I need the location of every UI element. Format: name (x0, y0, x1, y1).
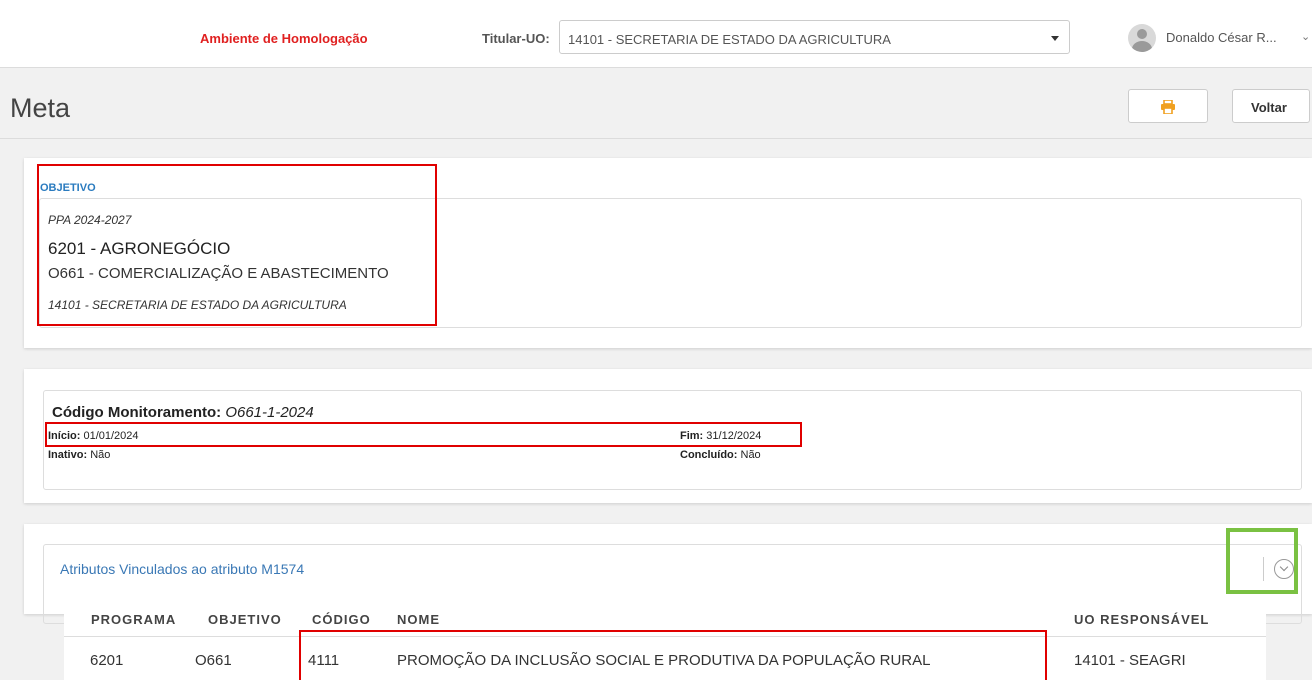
page-title: Meta (10, 93, 71, 123)
monitoring-code-label: Código Monitoramento: (52, 404, 222, 421)
avatar-shoulders (1132, 41, 1152, 52)
print-button[interactable] (1128, 89, 1208, 123)
titular-uo-value: 14101 - SECRETARIA DE ESTADO DA AGRICULT… (568, 32, 891, 47)
back-button[interactable]: Voltar (1232, 89, 1310, 123)
monitoring-code: Código Monitoramento: O661-1-2024 (52, 404, 314, 421)
inativo-field: Inativo: Não (48, 449, 110, 461)
avatar[interactable] (1128, 24, 1156, 52)
highlight-name (299, 630, 1047, 680)
concluido-label: Concluído: (680, 449, 738, 461)
attributes-title[interactable]: Atributos Vinculados ao atributo M1574 (60, 561, 304, 577)
column-header-nome[interactable]: NOME (397, 612, 440, 627)
column-header-codigo[interactable]: CÓDIGO (312, 612, 371, 627)
inativo-label: Inativo: (48, 449, 88, 461)
monitoring-code-value: O661-1-2024 (225, 404, 314, 421)
cell-uo-responsavel: 14101 - SEAGRI (1074, 652, 1186, 669)
column-header-programa[interactable]: PROGRAMA (91, 612, 176, 627)
top-bar: Ambiente de Homologação Titular-UO: 1410… (0, 0, 1312, 68)
user-name[interactable]: Donaldo César R... (1166, 30, 1277, 45)
titular-uo-select[interactable]: 14101 - SECRETARIA DE ESTADO DA AGRICULT… (559, 20, 1070, 54)
environment-label: Ambiente de Homologação (200, 31, 368, 46)
cell-objetivo: O661 (195, 652, 232, 669)
concluido-field: Concluído: Não (680, 449, 761, 461)
column-header-objetivo[interactable]: OBJETIVO (208, 612, 282, 627)
highlight-toggle (1226, 528, 1298, 594)
back-button-label: Voltar (1251, 100, 1287, 115)
highlight-dates (45, 422, 802, 447)
printer-icon (1161, 100, 1175, 114)
user-icon (1137, 29, 1147, 39)
chevron-down-icon[interactable]: ⌄ (1301, 30, 1310, 43)
page-header: Meta Voltar (0, 69, 1312, 139)
column-header-uo-responsavel[interactable]: UO RESPONSÁVEL (1074, 612, 1209, 627)
cell-programa: 6201 (90, 652, 124, 669)
concluido-value: Não (740, 449, 761, 461)
caret-down-icon (1051, 36, 1059, 41)
titular-uo-label: Titular-UO: (482, 31, 550, 46)
highlight-objective (37, 164, 437, 326)
inativo-value: Não (90, 449, 111, 461)
